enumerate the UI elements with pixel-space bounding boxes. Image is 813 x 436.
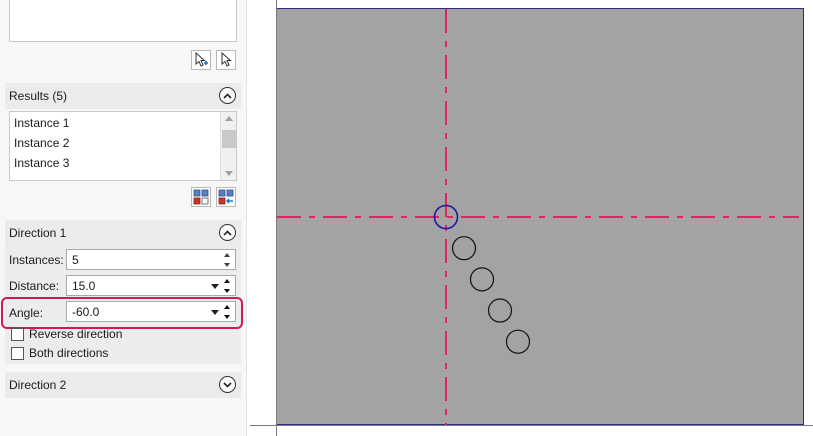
direction1-collapse-button[interactable] — [219, 224, 236, 241]
cursor-icon — [221, 52, 232, 67]
chevron-up-icon[interactable] — [224, 253, 230, 257]
pattern-instance-circle[interactable] — [451, 236, 477, 261]
chevron-up-icon — [223, 229, 232, 236]
both-directions-checkbox[interactable] — [11, 347, 24, 360]
chevron-down-icon[interactable] — [224, 289, 230, 293]
scroll-thumb[interactable] — [222, 130, 236, 148]
instances-stepper[interactable] — [224, 253, 232, 267]
add-selection-button[interactable] — [191, 50, 211, 70]
direction1-header[interactable]: Direction 1 — [5, 220, 241, 246]
reverse-direction-checkbox[interactable] — [11, 328, 24, 341]
chevron-down-icon[interactable] — [224, 315, 230, 319]
chevron-down-icon[interactable] — [224, 263, 230, 267]
pattern-select-icon — [193, 189, 209, 205]
graphics-viewport[interactable] — [276, 8, 804, 426]
scroll-down-icon[interactable] — [225, 171, 233, 176]
distance-value: 15.0 — [72, 279, 96, 293]
distance-field[interactable]: 15.0 — [66, 275, 236, 296]
cursor-add-icon — [195, 52, 208, 67]
pattern-arrow-icon — [218, 189, 234, 205]
pattern-instance-circle[interactable] — [505, 329, 531, 354]
pattern-instances — [433, 204, 531, 354]
pick-selection-button[interactable] — [216, 50, 236, 70]
pattern-instance-circle[interactable] — [487, 298, 513, 323]
pattern-properties-panel: Results (5) Instance 1 Instance 2 Instan… — [0, 0, 246, 436]
results-collapse-button[interactable] — [219, 87, 236, 104]
angle-dropdown-icon[interactable] — [211, 310, 219, 315]
results-header[interactable]: Results (5) — [5, 83, 241, 109]
list-item[interactable]: Instance 2 — [14, 136, 69, 150]
list-item[interactable]: Instance 3 — [14, 156, 69, 170]
results-title: Results (5) — [9, 89, 68, 103]
angle-field[interactable]: -60.0 — [66, 301, 236, 322]
results-scrollbar[interactable] — [220, 112, 236, 180]
chevron-down-icon — [223, 381, 232, 388]
angle-label: Angle: — [9, 306, 44, 320]
distance-label: Distance: — [9, 279, 60, 293]
direction1-title: Direction 1 — [9, 226, 67, 240]
chevron-up-icon[interactable] — [224, 305, 230, 309]
both-directions-label[interactable]: Both directions — [29, 346, 108, 360]
results-arrow-button[interactable] — [216, 187, 236, 207]
list-item[interactable]: Instance 1 — [14, 116, 69, 130]
axis-line-vertical — [276, 0, 277, 436]
pattern-instance-circle[interactable] — [469, 267, 495, 292]
viewport-canvas — [277, 9, 799, 426]
direction2-title: Direction 2 — [9, 378, 67, 392]
direction2-header[interactable]: Direction 2 — [5, 372, 241, 398]
results-list[interactable]: Instance 1 Instance 2 Instance 3 — [9, 111, 237, 181]
scroll-up-icon[interactable] — [225, 116, 233, 121]
instances-field[interactable]: 5 — [66, 249, 236, 270]
instances-label: Instances: — [9, 253, 64, 267]
axis-line-horizontal — [250, 425, 813, 426]
panel-divider — [246, 0, 247, 436]
results-select-button[interactable] — [191, 187, 211, 207]
distance-stepper[interactable] — [224, 279, 232, 293]
distance-dropdown-icon[interactable] — [211, 284, 219, 289]
angle-value: -60.0 — [72, 305, 100, 319]
angle-stepper[interactable] — [224, 305, 232, 319]
direction2-expand-button[interactable] — [219, 376, 236, 393]
chevron-up-icon — [223, 92, 232, 99]
selection-list[interactable] — [9, 0, 237, 42]
instances-value: 5 — [72, 253, 79, 267]
reverse-direction-label[interactable]: Reverse direction — [29, 327, 122, 341]
chevron-up-icon[interactable] — [224, 279, 230, 283]
